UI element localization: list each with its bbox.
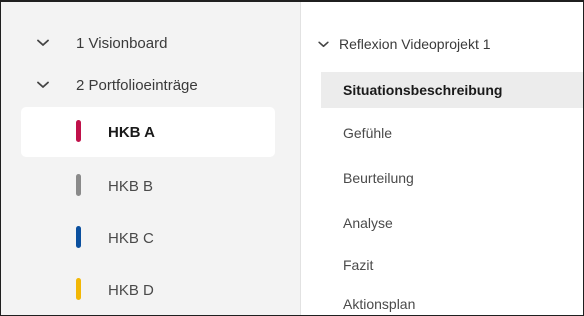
chevron-down-icon[interactable] [315,34,331,54]
app-window: 1 Visionboard 2 Portfolioeinträge HKB A … [0,0,584,316]
folder-label: 1 Visionboard [76,34,168,52]
folder-portfolioeintraege[interactable]: 2 Portfolioeinträge [1,65,301,105]
section-header[interactable]: Reflexion Videoprojekt 1 [315,34,491,54]
color-marker [76,120,81,142]
folder-label: 2 Portfolioeinträge [76,76,198,94]
entry-hkb-d[interactable]: HKB D [21,265,275,315]
entry-label: HKB A [108,123,155,141]
folder-visionboard[interactable]: 1 Visionboard [1,23,301,63]
subsection-label: Situationsbeschreibung [343,82,503,98]
color-marker [76,174,81,196]
subsection-aktionsplan[interactable]: Aktionsplan [321,286,583,315]
subsection-gefuehle[interactable]: Gefühle [321,115,583,151]
subsection-beurteilung[interactable]: Beurteilung [321,160,583,196]
subsection-fazit[interactable]: Fazit [321,247,583,283]
subsection-label: Fazit [343,257,374,273]
entry-hkb-c[interactable]: HKB C [21,213,275,263]
entry-label: HKB D [108,281,154,299]
section-title: Reflexion Videoprojekt 1 [339,36,491,52]
entry-label: HKB C [108,229,154,247]
entry-label: HKB B [108,177,154,195]
subsection-analyse[interactable]: Analyse [321,205,583,241]
subsection-label: Beurteilung [343,170,414,186]
chevron-down-icon[interactable] [33,33,53,53]
subsection-situationsbeschreibung[interactable]: Situationsbeschreibung [321,72,583,108]
left-navigation: 1 Visionboard 2 Portfolioeinträge HKB A … [1,2,301,315]
entry-hkb-b[interactable]: HKB B [21,161,275,211]
subsection-label: Aktionsplan [343,296,416,312]
entry-hkb-a[interactable]: HKB A [21,107,275,157]
color-marker [76,278,81,300]
color-marker [76,226,81,248]
subsection-label: Analyse [343,215,393,231]
chevron-down-icon[interactable] [33,75,53,95]
subsection-label: Gefühle [343,125,393,141]
section-navigation: Reflexion Videoprojekt 1 Situationsbesch… [301,2,583,315]
